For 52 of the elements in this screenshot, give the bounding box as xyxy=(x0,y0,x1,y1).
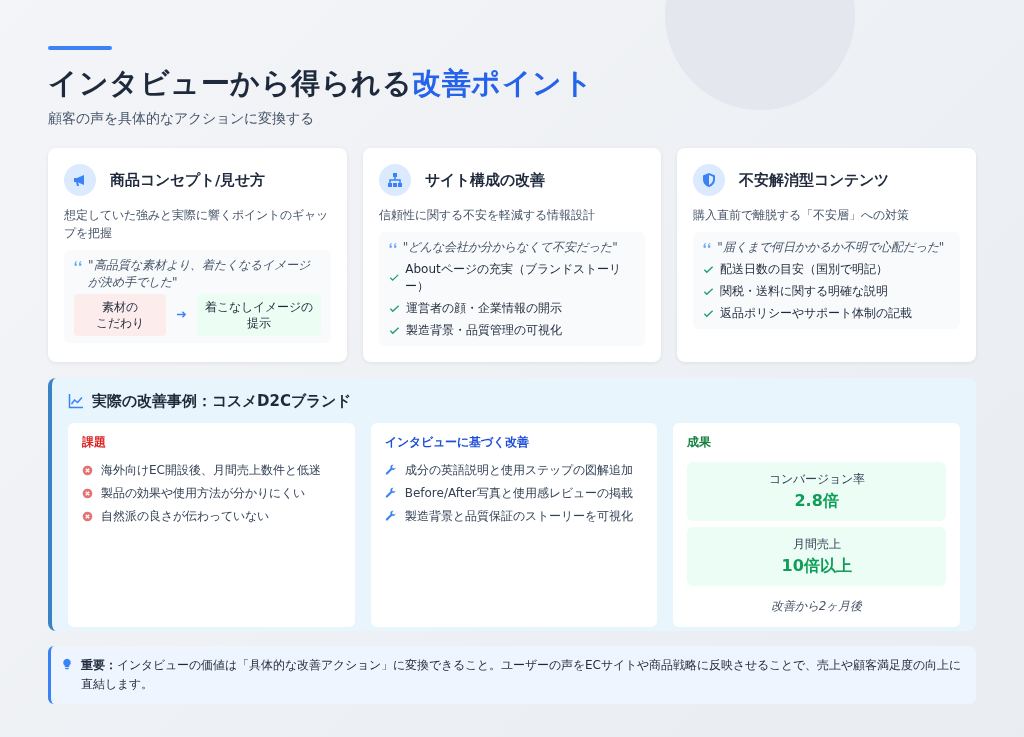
wrench-icon xyxy=(384,487,397,500)
checklist-item: 運営者の顔・企業情報の開示 xyxy=(405,299,562,317)
checklist-item: 関税・送料に関する明確な説明 xyxy=(720,282,889,300)
after-label: 着こなしイメージの xyxy=(204,298,313,315)
panel-heading: 成果 xyxy=(687,434,713,450)
quote-icon xyxy=(388,241,398,250)
error-icon xyxy=(82,464,93,476)
check-icon xyxy=(388,272,400,284)
checklist-item: Aboutページの充実（ブランドストーリー） xyxy=(405,260,622,295)
case-study-title: 実際の改善事例：コスメD2Cブランド xyxy=(92,391,351,411)
page-subtitle: 顧客の声を具体的なアクションに変換する xyxy=(48,110,315,128)
quote-text: "届くまで何日かかるか不明で心配だった" xyxy=(717,239,945,256)
error-icon xyxy=(82,487,93,499)
checklist-item: 製造背景・品質管理の可視化 xyxy=(405,321,562,339)
after-label: 提示 xyxy=(246,314,271,331)
issue-item: 自然派の良さが伝わっていない xyxy=(101,507,269,525)
note-text: 重要：インタビューの価値は「具体的な改善アクション」に変換できること。ユーザーの声をECサイトや商品戦略に反映させることで、売上や顧客満足度の向上に直結します。 xyxy=(81,656,962,693)
quote-icon xyxy=(74,259,83,268)
card-description: 購入直前で離脱する「不安層」への対策 xyxy=(693,207,911,224)
quote-icon xyxy=(703,241,713,250)
improvement-item: 成分の英語説明と使用ステップの図解追加 xyxy=(404,461,633,479)
metric-value: 10倍以上 xyxy=(781,555,852,577)
metric-label: コンバージョン率 xyxy=(768,470,865,488)
quote-text: "どんな会社か分からなくて不安だった" xyxy=(402,239,618,256)
improvement-item: Before/After写真と使用感レビューの掲載 xyxy=(404,484,633,502)
card-title: 商品コンセプト/見せ方 xyxy=(110,170,266,190)
error-icon xyxy=(82,510,93,522)
sitemap-icon xyxy=(386,172,403,188)
card-description: 想定していた強みと実際に響くポイントのギャップを把握 xyxy=(64,207,329,242)
checklist-item: 配送日数の目安（国別で明記） xyxy=(720,260,889,278)
issue-item: 製品の効果や使用方法が分かりにくい xyxy=(101,484,305,502)
accent-bar xyxy=(48,46,112,50)
panel-heading: インタビューに基づく改善 xyxy=(384,434,530,450)
line-chart-icon xyxy=(68,393,84,410)
issue-item: 海外向けEC開設後、月間売上数件と低迷 xyxy=(101,461,321,479)
metric-label: 月間売上 xyxy=(792,535,841,553)
card-title: サイト構成の改善 xyxy=(424,170,545,190)
before-label: 素材の xyxy=(102,298,138,315)
page-title: インタビューから得られる改善ポイント xyxy=(48,65,594,102)
quote-text: "高品質な素材より、着たくなるイメージが決め手でした" xyxy=(88,257,312,291)
card-title: 不安解消型コンテンツ xyxy=(739,170,890,190)
checklist-item: 返品ポリシーやサポート体制の記載 xyxy=(720,304,913,322)
card-description: 信頼性に関する不安を軽減する情報設計 xyxy=(378,207,596,224)
panel-heading: 課題 xyxy=(82,434,107,450)
wrench-icon xyxy=(384,464,397,477)
wrench-icon xyxy=(384,510,397,523)
before-label: こだわり xyxy=(96,314,144,331)
lightbulb-icon xyxy=(61,657,73,670)
improvement-item: 製造背景と品質保証のストーリーを可視化 xyxy=(404,507,633,525)
metric-value: 2.8倍 xyxy=(794,490,839,512)
shield-icon xyxy=(701,172,718,188)
result-note: 改善から2ヶ月後 xyxy=(769,597,864,615)
